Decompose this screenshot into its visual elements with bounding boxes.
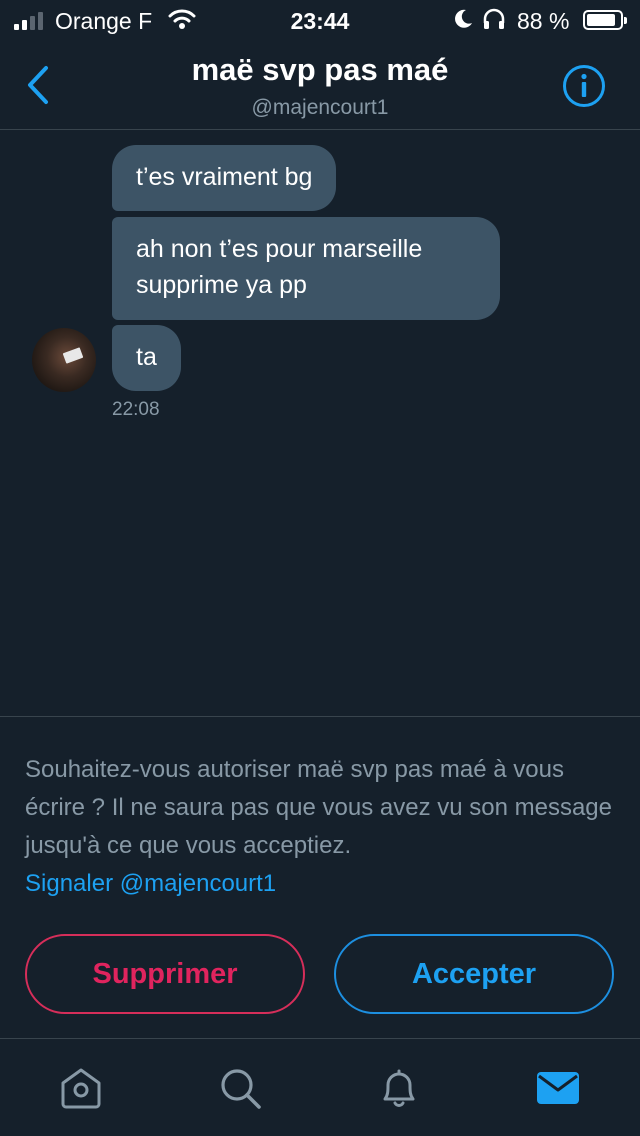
message-timestamp: 22:08	[112, 399, 160, 420]
tab-messages[interactable]	[533, 1063, 583, 1113]
battery-level-fill	[587, 14, 616, 26]
signal-strength-icon	[14, 12, 43, 30]
battery-icon	[583, 10, 627, 30]
do-not-disturb-moon-icon	[452, 8, 474, 36]
search-icon	[221, 1069, 261, 1109]
notifications-icon	[383, 1069, 415, 1107]
delete-button[interactable]: Supprimer	[25, 934, 305, 1014]
avatar-photo-detail	[62, 347, 84, 364]
carrier-name: Orange F	[55, 8, 153, 34]
info-button[interactable]	[562, 64, 606, 108]
headphones-icon	[482, 8, 506, 36]
sender-avatar[interactable]	[32, 328, 96, 392]
home-icon	[61, 1068, 101, 1109]
accept-button[interactable]: Accepter	[334, 934, 614, 1014]
tab-bar	[0, 1038, 640, 1136]
dm-request-screen: Orange F 23:44 88 % maë svp pas maé @maj…	[0, 0, 640, 1136]
report-link[interactable]: Signaler @majencourt1	[25, 865, 620, 903]
status-bar: Orange F 23:44 88 %	[0, 0, 640, 42]
message-bubble[interactable]: ah non t’es pour marseille supprime ya p…	[112, 217, 500, 320]
wifi-icon	[168, 8, 196, 36]
conversation-title: maë svp pas maé	[191, 52, 449, 87]
messages-icon	[537, 1072, 579, 1104]
tab-home[interactable]	[56, 1063, 106, 1113]
request-prompt: Souhaitez-vous autoriser maë svp pas maé…	[25, 751, 620, 903]
info-icon	[563, 65, 605, 107]
request-prompt-text: Souhaitez-vous autoriser maë svp pas maé…	[25, 756, 612, 859]
battery-percentage: 88 %	[517, 8, 570, 34]
conversation-header: maë svp pas maé @majencourt1	[0, 42, 640, 130]
message-bubble[interactable]: t’es vraiment bg	[112, 145, 337, 211]
conversation-handle: @majencourt1	[251, 96, 389, 119]
tab-notifications[interactable]	[374, 1063, 424, 1113]
tab-search[interactable]	[215, 1063, 265, 1113]
message-list: t’es vraiment bg ah non t’es pour marsei…	[0, 131, 640, 716]
message-bubble[interactable]: ta	[112, 325, 181, 391]
message-request-panel: Souhaitez-vous autoriser maë svp pas maé…	[0, 716, 640, 1038]
